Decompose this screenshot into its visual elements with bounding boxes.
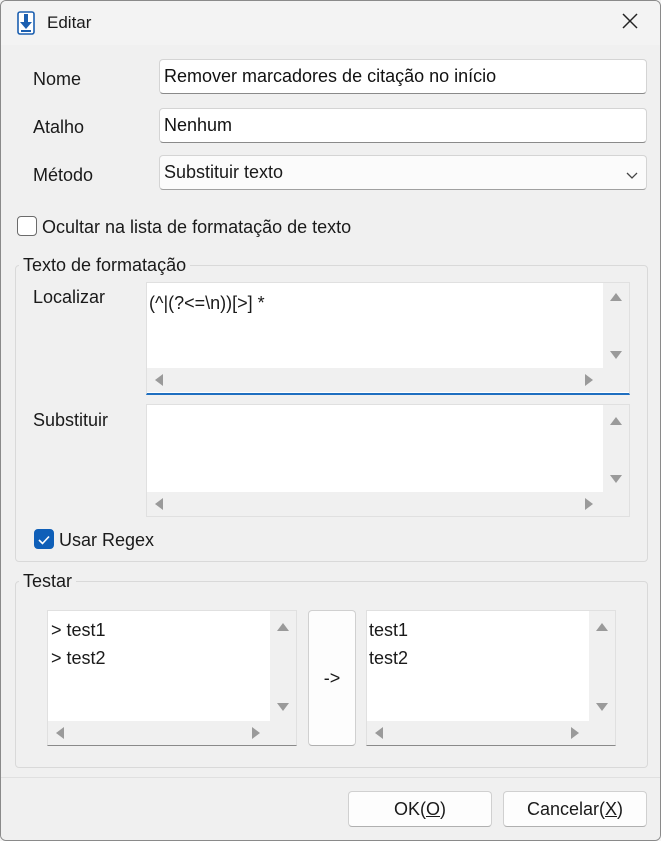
convert-button[interactable]: ->	[308, 610, 356, 746]
hide-in-list-label: Ocultar na lista de formatação de texto	[42, 217, 352, 237]
download-arrow-icon	[15, 11, 37, 35]
scroll-up-icon[interactable]	[596, 623, 608, 631]
substituir-hscroll[interactable]	[147, 492, 603, 516]
scroll-left-icon[interactable]	[155, 374, 163, 386]
scroll-corner	[603, 368, 629, 392]
close-icon	[622, 12, 638, 34]
dialog-footer: OK(O) Cancelar(X)	[1, 777, 660, 840]
scroll-left-icon[interactable]	[155, 498, 163, 510]
ok-label-prefix: OK(	[393, 798, 426, 819]
localizar-label: Localizar	[33, 287, 106, 307]
window-title: Editar	[47, 13, 92, 32]
hide-in-list-checkbox[interactable]	[17, 216, 37, 236]
metodo-label: Método	[33, 165, 94, 185]
test-input-textarea[interactable]: > test1 > test2	[47, 610, 297, 746]
test-group-title: Testar	[19, 571, 77, 592]
nome-label: Nome	[33, 69, 82, 89]
scroll-up-icon[interactable]	[610, 417, 622, 425]
substituir-textarea[interactable]	[146, 404, 630, 517]
scroll-down-icon[interactable]	[596, 703, 608, 711]
use-regex-label: Usar Regex	[59, 530, 155, 550]
cancel-label-suffix: )	[617, 798, 624, 819]
cancel-label-prefix: Cancelar(	[526, 798, 605, 819]
test-input-value: > test1 > test2	[51, 620, 106, 668]
metodo-select[interactable]: Substituir texto	[159, 155, 647, 190]
ok-label-suffix: )	[440, 798, 447, 819]
atalho-label: Atalho	[33, 117, 85, 137]
chevron-down-icon	[626, 165, 638, 186]
substituir-vscroll[interactable]	[603, 405, 629, 492]
substituir-label: Substituir	[33, 410, 109, 430]
test-input-vscroll[interactable]	[270, 611, 296, 722]
scroll-down-icon[interactable]	[610, 351, 622, 359]
atalho-value: Nenhum	[164, 115, 233, 135]
scroll-up-icon[interactable]	[610, 293, 622, 301]
scroll-right-icon[interactable]	[585, 374, 593, 386]
formatting-group-title: Texto de formatação	[19, 255, 191, 276]
test-output-hscroll[interactable]	[367, 721, 589, 745]
scroll-corner	[589, 721, 615, 745]
localizar-value: (^|(?<=\n))[>] *	[149, 293, 265, 313]
cancel-button[interactable]: Cancelar(X)	[503, 791, 647, 827]
scroll-left-icon[interactable]	[375, 727, 383, 739]
scroll-right-icon[interactable]	[571, 727, 579, 739]
test-output-value: test1 test2	[369, 620, 409, 668]
scroll-right-icon[interactable]	[585, 498, 593, 510]
scroll-corner	[270, 721, 296, 745]
scroll-down-icon[interactable]	[610, 475, 622, 483]
scroll-left-icon[interactable]	[56, 727, 64, 739]
ok-button[interactable]: OK(O)	[348, 791, 492, 827]
localizar-vscroll[interactable]	[603, 283, 629, 370]
checkmark-icon	[38, 529, 50, 550]
use-regex-checkbox[interactable]	[34, 529, 54, 549]
test-output-vscroll[interactable]	[589, 611, 615, 722]
ok-accelerator-key: O	[426, 798, 441, 819]
nome-value: Remover marcadores de citação no início	[164, 66, 497, 86]
test-input-hscroll[interactable]	[48, 721, 270, 745]
title-bar: Editar	[1, 1, 660, 45]
metodo-value: Substituir texto	[164, 162, 284, 182]
cancel-accelerator-key: X	[605, 798, 618, 819]
test-output-textarea[interactable]: test1 test2	[366, 610, 616, 746]
scroll-right-icon[interactable]	[252, 727, 260, 739]
scroll-up-icon[interactable]	[277, 623, 289, 631]
atalho-input[interactable]: Nenhum	[159, 108, 647, 143]
close-button[interactable]	[608, 5, 652, 41]
nome-input[interactable]: Remover marcadores de citação no início	[159, 59, 647, 94]
edit-dialog: Editar Nome Remover marcadores de citaçã…	[0, 0, 661, 841]
localizar-hscroll[interactable]	[147, 368, 603, 392]
scroll-down-icon[interactable]	[277, 703, 289, 711]
localizar-textarea[interactable]: (^|(?<=\n))[>] *	[146, 282, 630, 395]
scroll-corner	[603, 492, 629, 516]
